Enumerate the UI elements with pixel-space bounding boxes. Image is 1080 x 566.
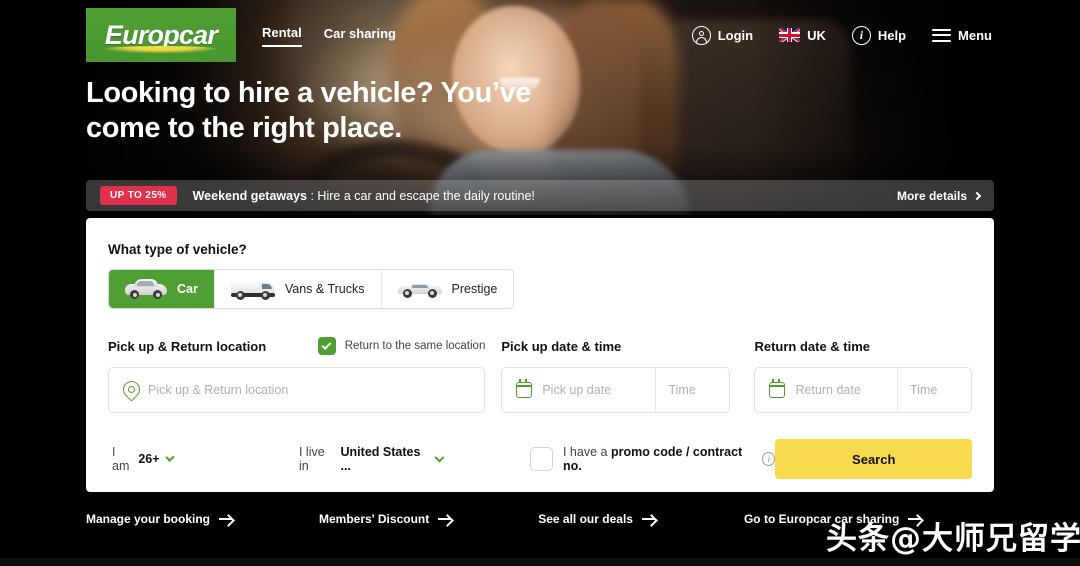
uk-flag-icon: [779, 28, 801, 42]
help-button[interactable]: i Help: [851, 25, 907, 45]
hero-headline: Looking to hire a vehicle? You’ve come t…: [86, 76, 646, 147]
age-value: 26+: [138, 452, 160, 466]
chevron-down-icon: [434, 452, 444, 463]
site-header: Europcar Rental Car sharing Login UK i H…: [0, 0, 1080, 70]
promo-description: Hire a car and escape the daily routine!: [317, 188, 535, 203]
country-selector[interactable]: I live in United States ...: [298, 445, 444, 473]
footer-link-all-deals[interactable]: See all our deals: [538, 512, 656, 526]
checkbox-unchecked-icon: [530, 447, 553, 471]
pickup-label: Pick up date & time: [501, 338, 622, 354]
chevron-down-icon: [165, 452, 175, 463]
prestige-car-icon: [397, 281, 442, 298]
bottom-bar: [0, 558, 1080, 566]
promo-code-prefix: I have a: [562, 445, 608, 459]
checkbox-checked-icon: [317, 337, 336, 355]
logo-wordmark: Europcar: [104, 19, 218, 50]
van-icon: [230, 279, 275, 300]
arrow-right-icon: [438, 514, 452, 524]
calendar-icon: [768, 379, 786, 398]
footer-link-manage-booking[interactable]: Manage your booking: [86, 512, 233, 526]
login-button[interactable]: Login: [691, 25, 754, 45]
menu-button[interactable]: Menu: [932, 28, 992, 43]
arrow-right-icon: [219, 514, 233, 524]
info-tooltip-icon[interactable]: i: [762, 452, 776, 466]
hamburger-menu-icon: [932, 28, 952, 42]
vehicle-tab-car[interactable]: Car: [109, 270, 215, 308]
hero-headline-line1: Looking to hire a vehicle? You’ve: [86, 77, 531, 109]
age-selector[interactable]: I am 26+: [112, 445, 175, 473]
footer-link-label: Members' Discount: [319, 512, 430, 526]
pickup-field-group: Pick up date & time Pick up date Time: [501, 335, 731, 413]
nav-tab-rental[interactable]: Rental: [262, 25, 302, 47]
pickup-time-input[interactable]: Time: [655, 368, 729, 412]
vehicle-tab-vans-trucks[interactable]: Vans & Trucks: [214, 270, 382, 308]
vehicle-type-question: What type of vehicle?: [108, 242, 247, 257]
vehicle-type-tabs: Car Vans & Trucks Prestige: [108, 269, 515, 309]
page-root: Europcar Rental Car sharing Login UK i H…: [0, 0, 1080, 566]
primary-nav: Rental Car sharing: [262, 25, 396, 47]
search-form-row: Pick up & Return location Return to the …: [108, 335, 972, 413]
language-selector[interactable]: UK: [779, 28, 826, 43]
promo-text: Weekend getaways : Hire a car and escape…: [193, 189, 535, 203]
car-icon: [125, 279, 167, 299]
vehicle-tab-prestige-label: Prestige: [451, 282, 498, 296]
search-button[interactable]: Search: [775, 439, 972, 479]
country-value: United States ...: [340, 445, 421, 473]
header-utility-nav: Login UK i Help Menu: [691, 25, 992, 45]
pickup-time-placeholder: Time: [668, 383, 696, 397]
footer-link-members-discount[interactable]: Members' Discount: [319, 512, 452, 526]
location-label: Pick up & Return location: [108, 338, 267, 354]
chevron-right-icon: [972, 191, 982, 200]
footer-link-label: See all our deals: [538, 512, 633, 526]
promo-discount-badge: UP TO 25%: [100, 186, 177, 205]
calendar-icon: [515, 379, 533, 398]
vehicle-tab-vans-label: Vans & Trucks: [284, 282, 365, 296]
promo-separator: :: [307, 188, 318, 203]
menu-label: Menu: [958, 27, 992, 43]
country-prefix: I live in: [298, 445, 325, 473]
arrow-right-icon: [641, 514, 656, 524]
watermark-overlay: 头条@大师兄留学: [826, 521, 1080, 557]
help-label: Help: [877, 27, 907, 43]
location-field-group: Pick up & Return location Return to the …: [108, 335, 486, 413]
pickup-date-placeholder: Pick up date: [542, 383, 612, 397]
return-time-placeholder: Time: [910, 383, 938, 397]
map-pin-icon: [123, 381, 138, 400]
vehicle-tab-prestige[interactable]: Prestige: [381, 270, 514, 308]
same-location-label: Return to the same location: [344, 340, 486, 352]
europcar-logo[interactable]: Europcar: [86, 8, 236, 62]
footer-link-label: Manage your booking: [86, 512, 211, 526]
hero-headline-line2: come to the right place.: [86, 112, 402, 145]
search-options-row: I am 26+ I live in United States ... I h…: [108, 439, 972, 479]
return-time-input[interactable]: Time: [897, 368, 971, 412]
person-circle-icon: [691, 25, 711, 45]
search-card: What type of vehicle? Car Vans & Trucks: [86, 218, 994, 492]
nav-tab-car-sharing[interactable]: Car sharing: [324, 26, 396, 46]
language-label: UK: [807, 27, 826, 43]
promo-code-checkbox[interactable]: I have a promo code / contract no. i: [530, 445, 776, 473]
return-field-group: Return date & time Return date Time: [754, 335, 972, 413]
pickup-datetime-input: Pick up date Time: [501, 367, 731, 413]
login-label: Login: [717, 27, 754, 43]
info-circle-icon: i: [851, 25, 871, 45]
same-location-checkbox[interactable]: Return to the same location: [317, 337, 486, 355]
return-date-placeholder: Return date: [795, 383, 861, 397]
return-datetime-input: Return date Time: [754, 367, 972, 413]
promo-title: Weekend getaways: [192, 188, 307, 203]
return-date-input[interactable]: Return date: [755, 368, 897, 412]
promo-more-details-link[interactable]: More details: [896, 188, 982, 203]
promo-banner[interactable]: UP TO 25% Weekend getaways : Hire a car …: [86, 180, 994, 211]
location-input-placeholder: Pick up & Return location: [148, 383, 289, 397]
logo-swoosh-icon: [102, 46, 220, 53]
pickup-date-input[interactable]: Pick up date: [502, 368, 655, 412]
return-label: Return date & time: [754, 338, 871, 354]
promo-more-label: More details: [896, 188, 967, 203]
location-input[interactable]: Pick up & Return location: [108, 367, 486, 413]
vehicle-tab-car-label: Car: [177, 282, 198, 296]
promo-code-label: I have a promo code / contract no.: [563, 445, 752, 473]
age-prefix: I am: [112, 445, 130, 473]
